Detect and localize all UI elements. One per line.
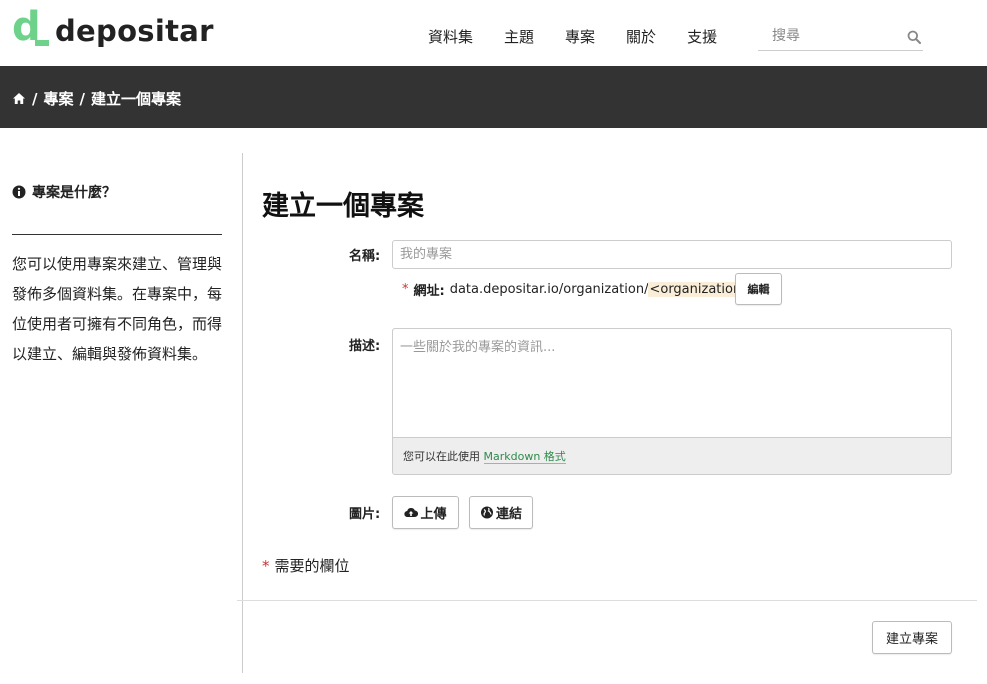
logo-mark: d — [12, 7, 50, 48]
nav-support[interactable]: 支援 — [687, 26, 717, 47]
url-row: * 網址: data.depositar.io/organization/ <o… — [402, 280, 754, 299]
breadcrumb-bar: / 專案 / 建立一個專案 — [0, 66, 987, 128]
breadcrumb-separator: / — [79, 89, 85, 108]
main-nav: 資料集 主題 專案 關於 支援 — [428, 26, 748, 47]
home-icon[interactable] — [12, 92, 26, 105]
upload-button[interactable]: 上傳 — [392, 496, 459, 529]
create-project-button[interactable]: 建立專案 — [872, 621, 952, 654]
search-box — [758, 23, 923, 51]
site-header: d depositar 資料集 主題 專案 關於 支援 — [0, 0, 987, 66]
search-input[interactable] — [758, 23, 898, 49]
image-label: 圖片: — [349, 507, 381, 522]
name-label: 名稱: — [349, 249, 381, 264]
column-divider — [242, 153, 243, 673]
sidebar-divider — [12, 234, 222, 235]
link-label: 連結 — [495, 507, 522, 522]
required-mark: * — [402, 282, 409, 297]
description-label: 描述: — [349, 339, 381, 354]
markdown-link[interactable]: Markdown 格式 — [483, 450, 566, 464]
sidebar-title: 專案是什麼？ — [32, 185, 116, 201]
nav-topics[interactable]: 主題 — [504, 26, 534, 47]
breadcrumb-current[interactable]: 建立一個專案 — [91, 88, 181, 109]
form-actions-divider — [237, 600, 977, 601]
search-icon[interactable] — [907, 30, 921, 44]
nav-datasets[interactable]: 資料集 — [428, 26, 473, 47]
url-prefix: data.depositar.io/organization/ — [449, 282, 649, 297]
url-label: 網址: — [413, 284, 445, 299]
required-mark: * — [262, 557, 270, 575]
nav-projects[interactable]: 專案 — [565, 26, 595, 47]
sidebar: 專案是什麼？ 您可以使用專案來建立、管理與發佈多個資料集。在專案中，每位使用者可… — [12, 182, 222, 369]
cloud-upload-icon — [404, 507, 419, 518]
description-textarea[interactable] — [393, 329, 951, 438]
sidebar-description: 您可以使用專案來建立、管理與發佈多個資料集。在專案中，每位使用者可擁有不同角色，… — [12, 255, 223, 363]
name-input[interactable] — [392, 240, 952, 269]
site-logo[interactable]: d depositar — [12, 7, 214, 48]
nav-about[interactable]: 關於 — [626, 26, 656, 47]
markdown-help: 您可以在此使用 Markdown 格式 — [403, 448, 566, 464]
breadcrumb-separator: / — [32, 89, 38, 108]
sidebar-heading: 專案是什麼？ — [12, 182, 222, 202]
required-fields-text: 需要的欄位 — [274, 557, 350, 575]
page-title: 建立一個專案 — [262, 191, 424, 222]
breadcrumb-projects[interactable]: 專案 — [43, 88, 73, 109]
info-icon — [12, 185, 26, 199]
link-button[interactable]: 連結 — [469, 496, 533, 529]
breadcrumb: / 專案 / 建立一個專案 — [12, 88, 181, 109]
description-box: 您可以在此使用 Markdown 格式 — [392, 328, 952, 475]
globe-icon — [480, 506, 493, 519]
required-fields-note: * 需要的欄位 — [262, 555, 350, 576]
edit-url-button[interactable]: 編輯 — [735, 273, 782, 305]
markdown-help-text: 您可以在此使用 — [403, 450, 480, 463]
upload-label: 上傳 — [420, 507, 447, 522]
logo-text: depositar — [55, 14, 214, 48]
